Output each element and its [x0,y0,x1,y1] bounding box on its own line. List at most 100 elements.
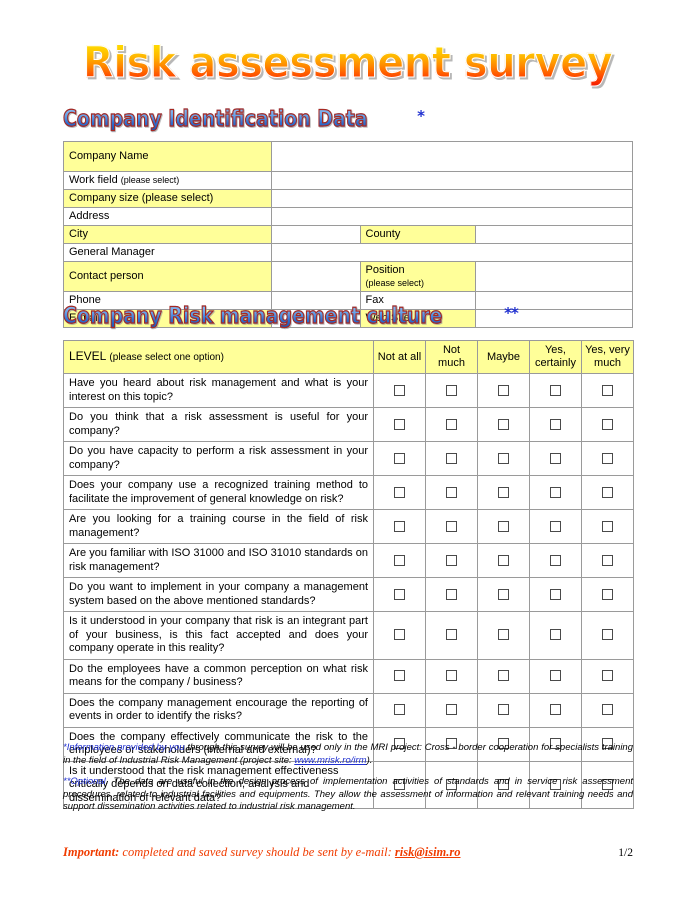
company-field-input[interactable] [271,171,633,190]
checkbox-q8-opt4[interactable] [550,629,561,641]
company-field-input[interactable] [271,189,633,208]
answer-cell[interactable] [373,577,426,612]
checkbox-q6-opt3[interactable] [498,554,509,566]
checkbox-q6-opt1[interactable] [394,554,405,566]
answer-cell[interactable] [529,509,582,544]
answer-cell[interactable] [581,373,634,408]
checkbox-q5-opt3[interactable] [498,520,509,532]
checkbox-q2-opt3[interactable] [498,418,509,430]
answer-cell[interactable] [477,577,530,612]
answer-cell[interactable] [425,407,478,442]
company-field-input[interactable] [271,261,361,292]
answer-cell[interactable] [581,577,634,612]
checkbox-q3-opt3[interactable] [498,452,509,464]
answer-cell[interactable] [529,475,582,510]
checkbox-q9-opt1[interactable] [394,670,405,682]
answer-cell[interactable] [581,407,634,442]
answer-cell[interactable] [529,407,582,442]
checkbox-q3-opt4[interactable] [550,452,561,464]
checkbox-q4-opt1[interactable] [394,486,405,498]
checkbox-q6-opt2[interactable] [446,554,457,566]
answer-cell[interactable] [477,509,530,544]
checkbox-q10-opt3[interactable] [498,704,509,716]
answer-cell[interactable] [425,658,478,694]
checkbox-q10-opt5[interactable] [602,704,613,716]
company-field-input-secondary[interactable] [474,225,634,244]
checkbox-q2-opt1[interactable] [394,418,405,430]
checkbox-q3-opt2[interactable] [446,452,457,464]
checkbox-q7-opt3[interactable] [498,588,509,600]
checkbox-q2-opt2[interactable] [446,418,457,430]
checkbox-q7-opt1[interactable] [394,588,405,600]
answer-cell[interactable] [425,543,478,578]
checkbox-q3-opt5[interactable] [602,452,613,464]
checkbox-q3-opt1[interactable] [394,452,405,464]
checkbox-q5-opt4[interactable] [550,520,561,532]
checkbox-q10-opt4[interactable] [550,704,561,716]
answer-cell[interactable] [529,611,582,660]
answer-cell[interactable] [529,577,582,612]
answer-cell[interactable] [373,373,426,408]
answer-cell[interactable] [425,611,478,660]
answer-cell[interactable] [373,407,426,442]
checkbox-q9-opt2[interactable] [446,670,457,682]
answer-cell[interactable] [477,407,530,442]
checkbox-q1-opt4[interactable] [550,384,561,396]
answer-cell[interactable] [425,475,478,510]
checkbox-q4-opt4[interactable] [550,486,561,498]
company-field-input-secondary[interactable] [474,261,634,292]
answer-cell[interactable] [581,475,634,510]
company-field-input[interactable] [271,207,633,226]
answer-cell[interactable] [373,692,426,728]
checkbox-q7-opt2[interactable] [446,588,457,600]
checkbox-q6-opt4[interactable] [550,554,561,566]
checkbox-q4-opt5[interactable] [602,486,613,498]
answer-cell[interactable] [373,509,426,544]
checkbox-q2-opt4[interactable] [550,418,561,430]
checkbox-q9-opt3[interactable] [498,670,509,682]
checkbox-q6-opt5[interactable] [602,554,613,566]
answer-cell[interactable] [529,658,582,694]
answer-cell[interactable] [529,373,582,408]
answer-cell[interactable] [477,475,530,510]
checkbox-q9-opt5[interactable] [602,670,613,682]
checkbox-q10-opt2[interactable] [446,704,457,716]
answer-cell[interactable] [425,441,478,476]
checkbox-q8-opt5[interactable] [602,629,613,641]
answer-cell[interactable] [477,611,530,660]
answer-cell[interactable] [477,543,530,578]
footer-email-link[interactable]: risk@isim.ro [395,845,461,859]
answer-cell[interactable] [477,692,530,728]
checkbox-q4-opt3[interactable] [498,486,509,498]
answer-cell[interactable] [373,543,426,578]
checkbox-q5-opt2[interactable] [446,520,457,532]
answer-cell[interactable] [425,509,478,544]
answer-cell[interactable] [373,441,426,476]
answer-cell[interactable] [425,577,478,612]
checkbox-q7-opt4[interactable] [550,588,561,600]
answer-cell[interactable] [581,692,634,728]
answer-cell[interactable] [581,509,634,544]
answer-cell[interactable] [477,658,530,694]
checkbox-q1-opt2[interactable] [446,384,457,396]
answer-cell[interactable] [373,475,426,510]
checkbox-q8-opt1[interactable] [394,629,405,641]
footnote-link[interactable]: www.mrisk.ro/irm [294,755,366,766]
company-field-input[interactable] [271,141,633,172]
checkbox-q1-opt3[interactable] [498,384,509,396]
checkbox-q7-opt5[interactable] [602,588,613,600]
checkbox-q2-opt5[interactable] [602,418,613,430]
answer-cell[interactable] [529,441,582,476]
answer-cell[interactable] [425,692,478,728]
answer-cell[interactable] [581,543,634,578]
answer-cell[interactable] [425,373,478,408]
answer-cell[interactable] [529,692,582,728]
answer-cell[interactable] [529,543,582,578]
answer-cell[interactable] [581,658,634,694]
checkbox-q5-opt1[interactable] [394,520,405,532]
answer-cell[interactable] [477,441,530,476]
checkbox-q5-opt5[interactable] [602,520,613,532]
answer-cell[interactable] [373,611,426,660]
answer-cell[interactable] [477,373,530,408]
answer-cell[interactable] [373,658,426,694]
